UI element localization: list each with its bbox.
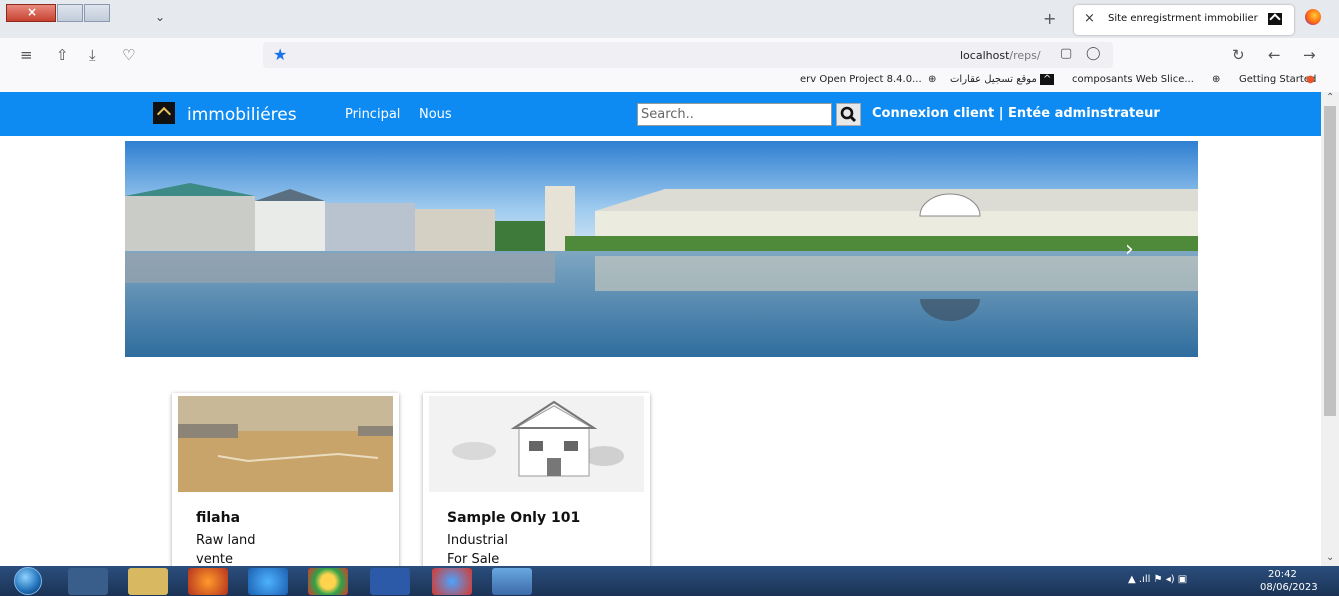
carousel-next-icon: › [1125, 237, 1134, 262]
pocket-icon[interactable]: ♡ [122, 46, 135, 64]
menu-icon[interactable]: ≡ [20, 46, 33, 64]
url-text[interactable]: localhost/reps/ [960, 49, 1041, 62]
hero-image: › [125, 141, 1198, 357]
search-icon [840, 106, 857, 123]
bookmark-item[interactable]: موقع تسجيل عقارات [950, 74, 1037, 85]
system-tray-icons[interactable]: ▲ .ıll ⚑ ◂) ▣ [1128, 574, 1187, 585]
bookmark-item[interactable]: composants Web Slice... [1072, 74, 1194, 85]
download-icon[interactable]: ⤓ [89, 46, 96, 64]
site-favicon-icon [1268, 13, 1282, 25]
start-button[interactable] [14, 567, 42, 595]
word-icon[interactable] [370, 568, 410, 595]
firefox-taskbar-icon[interactable] [188, 568, 228, 595]
listing-title[interactable]: filaha [196, 510, 240, 526]
bookmark-item[interactable]: erv Open Project 8.4.0... [800, 74, 922, 85]
globe-icon: ⊕ [928, 74, 937, 85]
search-button[interactable] [836, 103, 861, 126]
window-close-button[interactable]: × [6, 4, 56, 22]
media-player-icon[interactable] [68, 568, 108, 595]
listing-photo [429, 396, 644, 492]
reload-icon[interactable]: ↻ [1232, 46, 1245, 64]
firefox-menu-icon[interactable] [1305, 9, 1321, 25]
listing-status: vente [196, 552, 234, 566]
window-minimize-button[interactable] [84, 4, 110, 22]
tab-close-icon[interactable]: × [1084, 11, 1095, 26]
tab-active[interactable]: × Site enregistrment immobilier [1074, 5, 1294, 35]
listing-card[interactable]: filaha Raw land vente [172, 393, 399, 566]
list-tabs-chevron-icon[interactable]: ⌄ [155, 10, 165, 24]
bookmark-item[interactable]: Getting Started [1239, 74, 1316, 85]
tab-title: Site enregistrment immobilier [1108, 13, 1258, 24]
reader-view-icon[interactable]: ▢ [1060, 46, 1072, 61]
close-icon: × [27, 5, 38, 19]
file-explorer-icon[interactable] [128, 568, 168, 595]
login-links[interactable]: Connexion client | Entée adminstrateur [872, 106, 1160, 121]
firefox-icon: ● [1306, 74, 1315, 85]
listing-status: For Sale [447, 552, 500, 566]
listing-category: Industrial [447, 533, 508, 548]
scroll-down-icon[interactable]: ⌄ [1326, 552, 1334, 563]
scroll-up-icon[interactable]: ⌃ [1326, 92, 1334, 103]
back-icon[interactable]: ← [1268, 46, 1281, 64]
share-icon[interactable]: ⇧ [56, 46, 69, 64]
house-logo-icon[interactable] [153, 102, 175, 124]
clock-date[interactable]: 08/06/2023 [1260, 582, 1318, 593]
site-navbar: immobiliéres Principal Nous Connexion cl… [0, 92, 1321, 136]
scroll-thumb[interactable] [1324, 106, 1336, 416]
page-viewport: immobiliéres Principal Nous Connexion cl… [0, 92, 1321, 566]
listing-title[interactable]: Sample Only 101 [447, 510, 580, 526]
shield-icon[interactable]: ◯ [1086, 46, 1101, 61]
internet-explorer-icon[interactable] [248, 568, 288, 595]
listing-category: Raw land [196, 533, 256, 548]
hero-carousel[interactable]: › [125, 141, 1198, 357]
nav-link-nous[interactable]: Nous [419, 107, 452, 122]
forward-icon[interactable]: → [1303, 46, 1316, 64]
globe-icon: ⊕ [1212, 74, 1221, 85]
paint-icon[interactable] [492, 568, 532, 595]
site-favicon-icon: ^ [1040, 74, 1055, 85]
clock-time[interactable]: 20:42 [1268, 569, 1297, 580]
listing-card[interactable]: Sample Only 101 Industrial For Sale [423, 393, 650, 566]
page-scrollbar[interactable]: ⌃ ⌄ [1321, 92, 1339, 566]
chrome-icon[interactable] [308, 568, 348, 595]
new-tab-button[interactable]: + [1043, 9, 1056, 28]
window-maximize-button[interactable] [57, 4, 83, 22]
nav-link-principal[interactable]: Principal [345, 107, 400, 122]
bookmark-star-icon[interactable]: ★ [273, 45, 287, 64]
search-input[interactable] [637, 103, 832, 126]
listing-photo [178, 396, 393, 492]
site-brand[interactable]: immobiliéres [187, 105, 297, 125]
chrome-alt-icon[interactable] [432, 568, 472, 595]
